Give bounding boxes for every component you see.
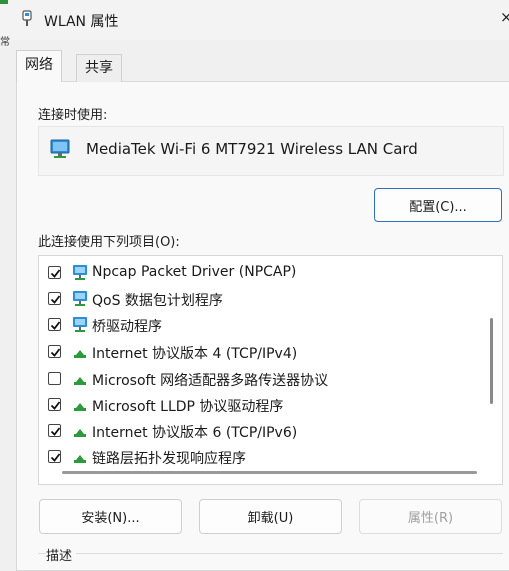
protocol-icon [71,343,89,365]
window-title: WLAN 属性 [44,14,119,30]
uninstall-button[interactable]: 卸载(U) [199,499,342,534]
protocol-icon [71,422,89,444]
items-label: 此连接使用下列项目(O): [38,235,180,250]
tab-network[interactable]: 网络 [16,50,62,82]
item-checkbox[interactable] [48,372,61,385]
network-adapter-icon [20,10,34,32]
tab-sharing[interactable]: 共享 [76,54,122,82]
item-label: Internet 协议版本 6 (TCP/IPv6) [92,425,298,441]
item-label: Npcap Packet Driver (NPCAP) [92,264,297,280]
list-item[interactable]: Internet 协议版本 6 (TCP/IPv6) [39,418,487,444]
description-label: 描述 [46,545,77,564]
list-item[interactable]: Microsoft LLDP 协议驱动程序 [39,392,487,418]
list-item[interactable]: Microsoft 网络适配器多路传送器协议 [39,366,487,392]
item-checkbox[interactable] [48,318,61,331]
background-window-text: 常 [0,37,10,48]
list-item[interactable]: Npcap Packet Driver (NPCAP) [39,260,487,286]
tab-strip: 网络 共享 [0,50,509,82]
item-checkbox[interactable] [48,345,61,358]
item-label: Microsoft 网络适配器多路传送器协议 [92,373,329,389]
list-item[interactable]: QoS 数据包计划程序 [39,286,487,312]
protocol-icon [71,396,89,418]
item-checkbox[interactable] [48,398,61,411]
item-checkbox[interactable] [48,292,61,305]
item-label: 桥驱动程序 [92,319,162,335]
network-adapter-monitor-icon [49,139,73,163]
protocol-icon [71,370,89,392]
item-label: Internet 协议版本 4 (TCP/IPv4) [92,346,298,362]
horizontal-scrollbar-thumb[interactable] [62,471,477,474]
list-item[interactable]: 链路层拓扑发现响应程序 [39,444,487,470]
list-item[interactable]: Internet 协议版本 4 (TCP/IPv4) [39,339,487,365]
background-window-fragment [0,0,8,4]
item-checkbox[interactable] [48,266,61,279]
vertical-scrollbar-thumb[interactable] [490,318,493,404]
network-service-icon [71,264,89,286]
item-checkbox[interactable] [48,450,61,463]
close-icon[interactable]: × [500,8,509,26]
network-service-icon [71,290,89,312]
properties-button: 属性(R) [359,499,502,534]
network-service-icon [71,316,89,338]
list-item[interactable]: 桥驱动程序 [39,312,487,338]
adapter-name: MediaTek Wi-Fi 6 MT7921 Wireless LAN Car… [86,140,418,158]
description-group-line [38,553,503,554]
connect-using-label: 连接时使用: [38,108,108,123]
item-label: 链路层拓扑发现响应程序 [92,451,246,467]
install-button[interactable]: 安装(N)... [39,499,182,534]
configure-button[interactable]: 配置(C)... [374,188,502,222]
item-label: Microsoft LLDP 协议驱动程序 [92,399,284,415]
item-label: QoS 数据包计划程序 [92,293,223,309]
items-list: Npcap Packet Driver (NPCAP) QoS 数据包计划程序 … [38,255,503,485]
item-checkbox[interactable] [48,424,61,437]
protocol-icon [71,448,89,470]
